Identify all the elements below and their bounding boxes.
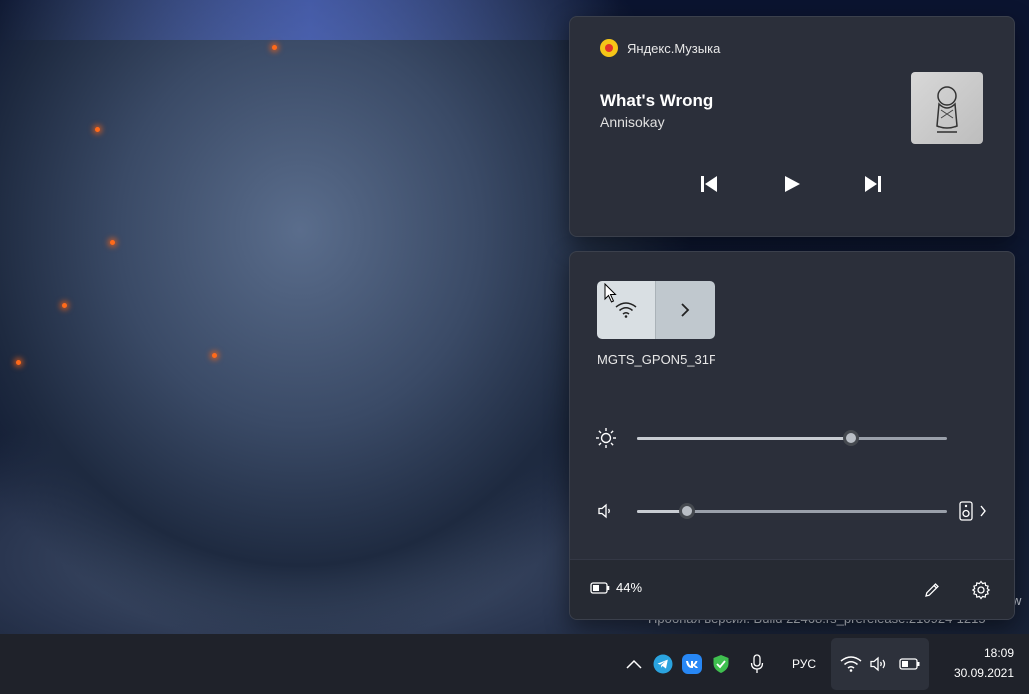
volume-slider-row [594, 499, 994, 523]
yandex-music-icon [600, 39, 618, 57]
vk-icon [682, 654, 702, 674]
gear-icon [971, 580, 991, 600]
telegram-tray-button[interactable] [651, 634, 675, 694]
next-button[interactable] [853, 167, 893, 201]
vk-tray-button[interactable] [680, 634, 704, 694]
sun-icon [594, 426, 618, 450]
wallpaper-ember [62, 303, 67, 308]
show-hidden-icons-button[interactable] [622, 634, 646, 694]
track-artist: Annisokay [600, 114, 665, 130]
clock-time: 18:09 [983, 646, 1014, 660]
album-art-image [936, 86, 958, 133]
wifi-networks-button[interactable] [654, 281, 715, 339]
volume-slider[interactable] [637, 503, 947, 519]
pencil-icon [925, 583, 939, 597]
media-flyout: Яндекс.Музыка What's Wrong Annisokay [569, 16, 1015, 237]
audio-output-button[interactable] [959, 499, 999, 523]
battery-icon [899, 658, 920, 670]
language-indicator: РУС [791, 657, 817, 671]
battery-icon [590, 581, 610, 594]
brightness-slider[interactable] [637, 430, 947, 446]
clock-date: 30.09.2021 [953, 666, 1014, 680]
next-icon [865, 176, 881, 192]
chevron-up-icon [626, 659, 642, 669]
speaker-icon[interactable] [594, 499, 618, 523]
wallpaper-ember [212, 353, 217, 358]
brightness-slider-row [594, 426, 994, 450]
previous-button[interactable] [689, 167, 729, 201]
battery-status[interactable]: 44% [590, 580, 642, 595]
taskbar: РУС 18:09 30.09.2021 [0, 634, 1029, 694]
wifi-icon [615, 302, 637, 318]
wallpaper-ember [110, 240, 115, 245]
wallpaper-ember [95, 127, 100, 132]
mouse-cursor-icon [604, 283, 617, 303]
quick-settings-button[interactable] [831, 638, 929, 690]
speaker-device-icon [959, 501, 973, 521]
settings-button[interactable] [965, 574, 997, 606]
battery-percent: 44% [616, 580, 643, 595]
album-cover [911, 72, 983, 144]
play-button[interactable] [772, 167, 812, 201]
track-title: What's Wrong [600, 91, 714, 110]
brightness-slider-fill [637, 437, 851, 440]
chevron-right-icon [681, 303, 690, 317]
previous-icon [701, 176, 717, 192]
clock[interactable]: 18:09 30.09.2021 [936, 643, 1014, 683]
wallpaper-glow [0, 0, 620, 40]
shield-icon [713, 655, 729, 673]
wallpaper-ember [272, 45, 277, 50]
media-app-row: Яндекс.Музыка [600, 39, 720, 57]
microphone-tray-button[interactable] [745, 634, 769, 694]
quick-settings-footer: 44% [570, 559, 1014, 619]
wifi-network-name: MGTS_GPON5_31F [597, 352, 715, 367]
volume-icon [870, 656, 886, 672]
microphone-icon [750, 654, 764, 673]
telegram-icon [653, 654, 673, 674]
quick-settings-panel: MGTS_GPON5_31F 44% [569, 251, 1015, 620]
wallpaper-ember [16, 360, 21, 365]
media-app-name: Яндекс.Музыка [627, 40, 721, 56]
play-icon [785, 176, 800, 192]
volume-slider-thumb[interactable] [678, 503, 695, 519]
wifi-icon [840, 656, 862, 672]
security-tray-button[interactable] [709, 634, 733, 694]
media-controls [570, 167, 1014, 201]
brightness-slider-thumb[interactable] [842, 430, 859, 446]
chevron-right-icon [980, 505, 986, 517]
edit-quick-settings-button[interactable] [916, 574, 948, 606]
language-button[interactable]: РУС [783, 634, 825, 694]
